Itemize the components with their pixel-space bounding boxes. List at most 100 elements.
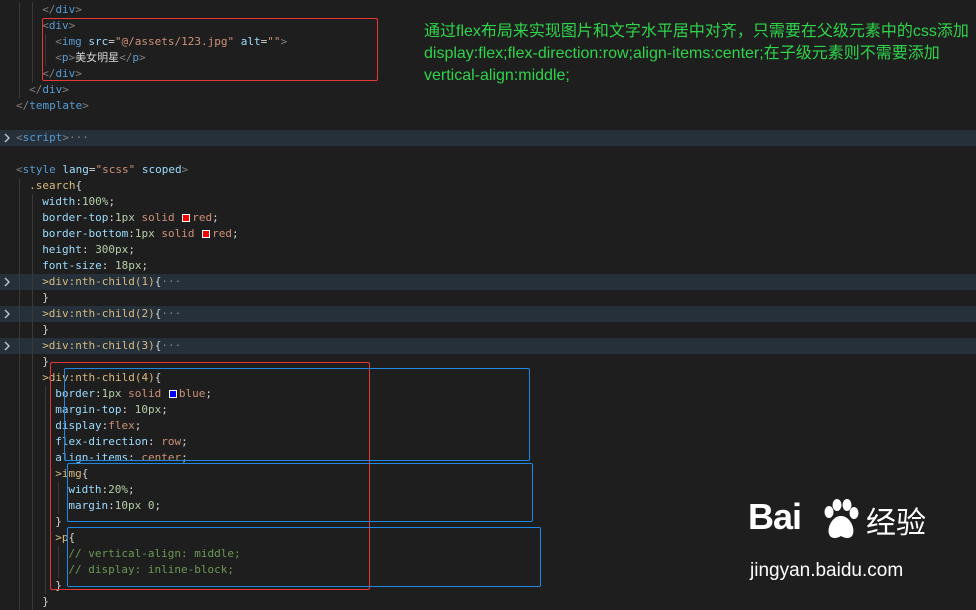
code-token: >: [181, 163, 189, 176]
annotation-line: display:flex;flex-direction:row;align-it…: [424, 45, 940, 62]
code-token: }: [42, 595, 49, 608]
indent-guide: [19, 386, 20, 402]
code-token: div: [55, 3, 76, 16]
code-token: lang: [62, 163, 89, 176]
code-token: >: [82, 99, 89, 112]
indent-guide: [45, 386, 47, 402]
highlight-box-div4-props: [64, 368, 530, 461]
indent-guide: [32, 466, 34, 482]
code-text: >div:nth-child(1){···: [42, 274, 181, 290]
code-token: "scss": [95, 163, 136, 176]
indent-guide: [45, 562, 47, 578]
code-line[interactable]: height: 300px;: [0, 242, 976, 258]
indent-guide: [32, 338, 34, 354]
code-line[interactable]: >div:nth-child(3){···: [0, 338, 976, 354]
code-text: <style lang="scss" scoped>: [16, 162, 188, 178]
code-token: ;: [128, 243, 135, 256]
code-line[interactable]: width:100%;: [0, 194, 976, 210]
indent-guide: [19, 82, 20, 98]
code-text: border-top:1px solid red;: [42, 210, 219, 226]
indent-guide: [45, 530, 47, 546]
indent-guide: [32, 50, 34, 66]
indent-guide: [32, 210, 34, 226]
indent-guide: [32, 18, 34, 34]
code-line[interactable]: border-bottom:1px solid red;: [0, 226, 976, 242]
indent-guide: [32, 546, 34, 562]
indent-guide: [19, 546, 20, 562]
code-token: red: [212, 227, 233, 240]
indent-guide: [19, 2, 20, 18]
code-line[interactable]: >div:nth-child(1){···: [0, 274, 976, 290]
indent-guide: [19, 242, 20, 258]
indent-guide: [19, 354, 20, 370]
code-line[interactable]: [0, 114, 976, 130]
indent-guide: [19, 562, 20, 578]
indent-guide: [32, 354, 34, 370]
code-token: </: [42, 3, 56, 16]
code-token: border-bottom: [42, 227, 129, 240]
code-token: >div:nth-child(2): [42, 307, 155, 320]
code-text: width:100%;: [42, 194, 115, 210]
indent-guide: [19, 34, 20, 50]
code-line[interactable]: <style lang="scss" scoped>: [0, 162, 976, 178]
fold-chevron-icon[interactable]: [2, 133, 12, 143]
fold-chevron-icon[interactable]: [2, 309, 12, 319]
code-token: border-top: [42, 211, 109, 224]
code-text: }: [42, 354, 49, 370]
indent-guide: [19, 194, 20, 210]
code-token: height: [42, 243, 82, 256]
indent-guide: [32, 290, 34, 306]
code-line[interactable]: </div>: [0, 2, 976, 18]
indent-guide: [32, 418, 34, 434]
code-text: <script>···: [16, 130, 89, 146]
code-text: </template>: [16, 98, 89, 114]
code-token: ;: [141, 259, 149, 272]
code-token: >div:nth-child(1): [42, 275, 155, 288]
indent-guide: [32, 322, 34, 338]
indent-guide: [19, 50, 20, 66]
color-swatch-icon[interactable]: [182, 214, 191, 222]
indent-guide: [19, 466, 20, 482]
code-line[interactable]: }: [0, 290, 976, 306]
indent-guide: [32, 370, 34, 386]
code-line[interactable]: }: [0, 322, 976, 338]
code-text: >div:nth-child(2){···: [42, 306, 181, 322]
indent-guide: [19, 418, 20, 434]
code-line[interactable]: font-size: 18px;: [0, 258, 976, 274]
code-text: </div>: [42, 2, 82, 18]
code-line[interactable]: >div:nth-child(2){···: [0, 306, 976, 322]
watermark-brand-suffix: 经验: [866, 506, 926, 541]
fold-chevron-icon[interactable]: [2, 277, 12, 287]
code-token: }: [42, 355, 49, 368]
code-token: scoped: [141, 163, 182, 176]
code-line[interactable]: }: [0, 594, 976, 610]
code-line[interactable]: </template>: [0, 98, 976, 114]
indent-guide: [19, 322, 20, 338]
fold-chevron-icon[interactable]: [2, 341, 12, 351]
indent-guide: [19, 530, 20, 546]
indent-guide: [19, 402, 20, 418]
indent-guide: [19, 274, 20, 290]
code-token: </: [16, 99, 30, 112]
indent-guide: [32, 306, 34, 322]
color-swatch-icon[interactable]: [202, 230, 211, 238]
code-token: ;: [232, 227, 239, 240]
code-line[interactable]: .search{: [0, 178, 976, 194]
indent-guide: [32, 530, 34, 546]
code-token: :: [81, 243, 96, 256]
code-line[interactable]: [0, 146, 976, 162]
indent-guide: [45, 434, 47, 450]
indent-guide: [32, 562, 34, 578]
code-token: </: [29, 83, 43, 96]
code-token: >: [62, 83, 69, 96]
indent-guide: [32, 194, 34, 210]
code-line[interactable]: border-top:1px solid red;: [0, 210, 976, 226]
code-line[interactable]: <script>···: [0, 130, 976, 146]
code-token: }: [42, 291, 49, 304]
indent-guide: [45, 514, 47, 530]
indent-guide: [32, 386, 34, 402]
indent-guide: [45, 402, 47, 418]
annotation-line: vertical-align:middle;: [424, 67, 570, 84]
